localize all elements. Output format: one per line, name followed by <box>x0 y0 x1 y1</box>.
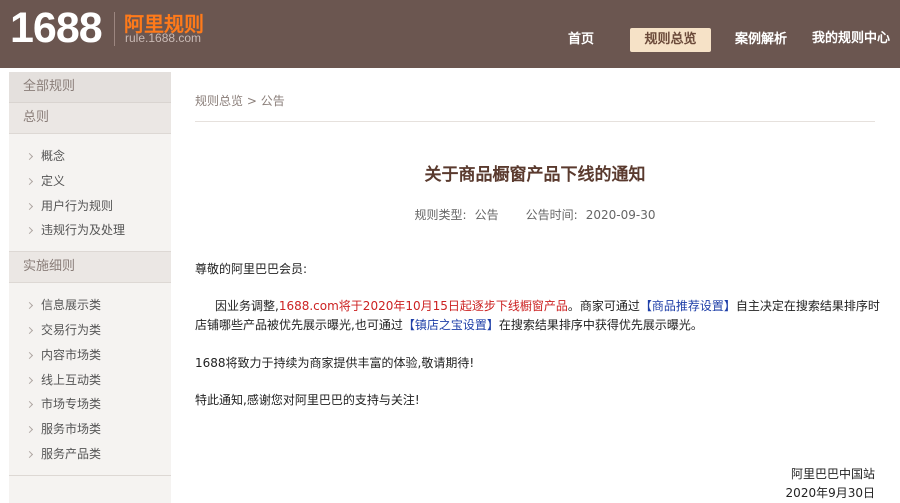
sidebar-divider <box>9 474 171 476</box>
notice-type-value: 公告 <box>474 208 499 222</box>
sidebar-item-label: 服务市场类 <box>41 422 102 437</box>
sidebar-item-trade-behavior[interactable]: 交易行为类 <box>9 318 171 343</box>
notice-time-label: 公告时间: <box>525 208 578 222</box>
p1-highlight: 1688.com将于2020年10月15日起逐步下线橱窗产品 <box>278 299 568 313</box>
logo-divider <box>114 12 115 46</box>
nav-case-analysis[interactable]: 案例解析 <box>726 28 796 52</box>
nav-rules-overview[interactable]: 规则总览 <box>630 28 711 52</box>
sidebar-section-general[interactable]: 总则 <box>9 103 171 134</box>
sidebar-details-list: 信息展示类 交易行为类 内容市场类 线上互动类 市场专场类 服务市场类 服务产品… <box>9 283 171 475</box>
breadcrumb-divider <box>195 121 875 122</box>
sidebar-item-definition[interactable]: 定义 <box>9 169 171 194</box>
sidebar-item-label: 违规行为及处理 <box>41 223 126 238</box>
notice-greeting: 尊敬的阿里巴巴会员: <box>195 262 308 276</box>
logo-url: rule.1688.com <box>125 31 202 45</box>
p1-tail: 在搜索结果排序中获得优先展示曝光。 <box>498 318 703 332</box>
sidebar-item-label: 信息展示类 <box>41 298 102 313</box>
notice-meta: 规则类型: 公告 公告时间: 2020-09-30 <box>195 206 875 223</box>
top-header: 1688 阿里规则 rule.1688.com 首页 规则总览 案例解析 我的规… <box>0 0 900 68</box>
p1-lead: 因业务调整, <box>215 299 279 313</box>
p1-mid1: 。商家可通过 <box>567 299 640 313</box>
sidebar-general-list: 概念 定义 用户行为规则 违规行为及处理 <box>9 134 171 251</box>
sidebar-item-online-interaction[interactable]: 线上互动类 <box>9 368 171 393</box>
notice-signature-date: 2020年9月30日 <box>785 486 875 500</box>
logo-1688[interactable]: 1688 <box>10 4 103 53</box>
breadcrumb-separator: > <box>246 94 257 108</box>
sidebar-item-content-market[interactable]: 内容市场类 <box>9 343 171 368</box>
sidebar-item-label: 内容市场类 <box>41 347 102 362</box>
notice-type-label: 规则类型: <box>414 208 467 222</box>
sidebar-item-concept[interactable]: 概念 <box>9 144 171 169</box>
sidebar-item-label: 服务产品类 <box>41 446 102 461</box>
sidebar-item-service-product[interactable]: 服务产品类 <box>9 442 171 467</box>
sidebar-item-info-display[interactable]: 信息展示类 <box>9 293 171 318</box>
sidebar-item-label: 市场专场类 <box>41 397 102 412</box>
breadcrumb-current[interactable]: 公告 <box>261 94 285 108</box>
sidebar-item-user-behavior[interactable]: 用户行为规则 <box>9 194 171 219</box>
sidebar-item-service-market[interactable]: 服务市场类 <box>9 417 171 442</box>
sidebar-item-label: 线上互动类 <box>41 372 102 387</box>
notice-title: 关于商品橱窗产品下线的通知 <box>424 165 646 185</box>
nav-home[interactable]: 首页 <box>556 28 606 52</box>
sidebar-item-label: 用户行为规则 <box>41 198 114 213</box>
breadcrumb: 规则总览 > 公告 <box>195 92 285 109</box>
notice-signature-org: 阿里巴巴中国站 <box>790 467 875 481</box>
store-treasure-settings-link[interactable]: 【镇店之宝设置】 <box>403 318 499 332</box>
product-recommend-settings-link[interactable]: 【商品推荐设置】 <box>640 299 736 313</box>
notice-paragraph-1: 因业务调整,1688.com将于2020年10月15日起逐步下线橱窗产品。商家可… <box>195 297 885 335</box>
notice-paragraph-2: 1688将致力于持续为商家提供丰富的体验,敬请期待! <box>195 356 475 370</box>
notice-time-value: 2020-09-30 <box>585 208 656 222</box>
sidebar-item-label: 交易行为类 <box>41 322 102 337</box>
notice-paragraph-3: 特此通知,感谢您对阿里巴巴的支持与关注! <box>195 393 420 407</box>
sidebar-item-violations[interactable]: 违规行为及处理 <box>9 218 171 243</box>
sidebar-all-rules[interactable]: 全部规则 <box>9 72 171 103</box>
sidebar: 全部规则 总则 概念 定义 用户行为规则 违规行为及处理 实施细则 信息展示类 … <box>9 72 171 503</box>
nav-my-rules-center[interactable]: 我的规则中心 <box>812 28 890 68</box>
sidebar-section-details[interactable]: 实施细则 <box>9 251 171 284</box>
breadcrumb-rules-overview[interactable]: 规则总览 <box>195 94 243 108</box>
sidebar-item-market-special[interactable]: 市场专场类 <box>9 392 171 417</box>
